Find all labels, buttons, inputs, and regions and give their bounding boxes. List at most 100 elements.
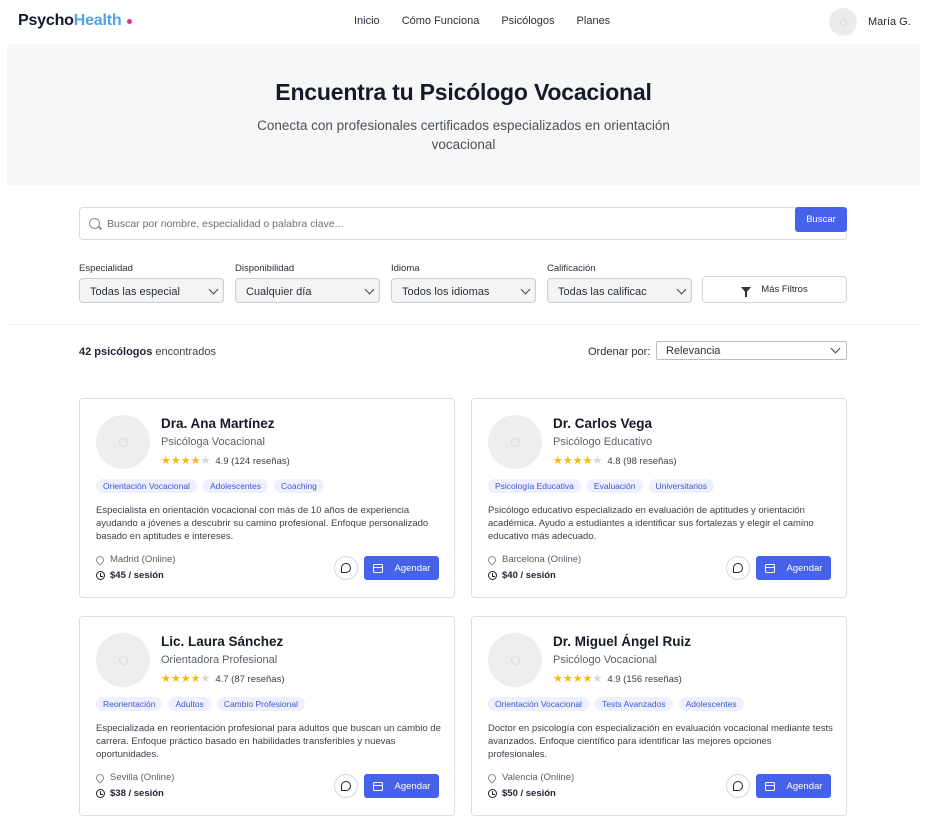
filter-label: Especialidad — [79, 263, 133, 274]
user-name: María G. — [868, 16, 911, 28]
chat-button[interactable] — [334, 556, 358, 580]
chevron-down-icon — [364, 284, 375, 295]
specialty-tag: Orientación Vocacional — [96, 479, 197, 493]
psychologist-photo[interactable] — [488, 415, 542, 469]
book-button[interactable]: Agendar — [364, 556, 439, 580]
specialty-select[interactable]: Todas las especial — [79, 278, 224, 303]
price: $38 / sesión — [96, 788, 164, 799]
map-pin-icon — [94, 553, 106, 566]
logo[interactable]: Psycho Health — [18, 12, 133, 30]
book-label: Agendar — [394, 780, 431, 792]
psychologist-role: Psicólogo Educativo — [553, 436, 653, 448]
psychologist-card: Dr. Carlos Vega Psicólogo Educativo ★★★★… — [471, 398, 847, 598]
clock-icon — [488, 571, 497, 580]
sort-label: Ordenar por: — [588, 346, 651, 358]
chat-icon — [733, 563, 743, 573]
price-text: $38 / sesión — [110, 788, 164, 799]
psychologist-name[interactable]: Dra. Ana Martínez — [161, 416, 275, 431]
user-menu[interactable]: María G. — [829, 8, 911, 36]
nav-link-inicio[interactable]: Inicio — [354, 15, 380, 27]
funnel-icon — [741, 286, 752, 297]
specialty-tag: Reorientación — [96, 697, 163, 711]
location-text: Barcelona (Online) — [502, 554, 582, 565]
tag-list: Orientación Vocacional Tests Avanzados A… — [488, 697, 750, 711]
clock-icon — [96, 789, 105, 798]
book-button[interactable]: Agendar — [756, 774, 831, 798]
psychologist-role: Psicólogo Vocacional — [553, 654, 657, 666]
calendar-icon — [764, 781, 775, 791]
more-filters-label: Más Filtros — [761, 284, 808, 295]
rating-text: 4.8 (98 reseñas) — [607, 456, 677, 467]
map-pin-icon — [486, 553, 498, 566]
price-text: $50 / sesión — [502, 788, 556, 799]
psychologist-card: Dra. Ana Martínez Psicóloga Vocacional ★… — [79, 398, 455, 598]
rating-select[interactable]: Todas las calificac — [547, 278, 692, 303]
price-text: $45 / sesión — [110, 570, 164, 581]
star-rating-icon: ★★★★★ — [553, 673, 603, 685]
nav-link-como-funciona[interactable]: Cómo Funciona — [402, 15, 480, 27]
star-rating-icon: ★★★★★ — [553, 455, 603, 467]
filter-especialidad: Especialidad Todas las especial — [79, 263, 224, 303]
filter-label: Disponibilidad — [235, 263, 295, 274]
psychologist-description: Especializada en reorientación profesion… — [96, 723, 441, 760]
specialty-tag: Coaching — [274, 479, 324, 493]
specialty-tag: Psicología Educativa — [488, 479, 581, 493]
chat-button[interactable] — [334, 774, 358, 798]
user-avatar[interactable] — [829, 8, 857, 36]
psychologist-photo[interactable] — [96, 415, 150, 469]
psychologist-name[interactable]: Lic. Laura Sánchez — [161, 634, 283, 649]
chevron-down-icon — [830, 343, 841, 354]
search-input[interactable] — [107, 214, 787, 234]
chat-button[interactable] — [726, 774, 750, 798]
specialty-tag: Evaluación — [586, 479, 643, 493]
specialty-tag: Cambio Profesional — [216, 697, 305, 711]
map-pin-icon — [486, 771, 498, 784]
language-select[interactable]: Todos los idiomas — [391, 278, 536, 303]
logo-text-part2: Health — [73, 12, 122, 29]
psychologist-photo[interactable] — [96, 633, 150, 687]
results-count-number: 42 psicólogos — [79, 346, 153, 358]
book-button[interactable]: Agendar — [364, 774, 439, 798]
psychologist-photo[interactable] — [488, 633, 542, 687]
rating-text: 4.9 (156 reseñas) — [607, 674, 682, 685]
book-button[interactable]: Agendar — [756, 556, 831, 580]
rating-text: 4.9 (124 reseñas) — [215, 456, 290, 467]
hero-section: Encuentra tu Psicólogo Vocacional Conect… — [7, 44, 920, 185]
availability-select[interactable]: Cualquier día — [235, 278, 380, 303]
specialty-tag: Orientación Vocacional — [488, 697, 589, 711]
nav-link-psicologos[interactable]: Psicólogos — [501, 15, 554, 27]
logo-text-part1: Psycho — [18, 12, 74, 29]
psychologist-description: Psicólogo educativo especializado en eva… — [488, 505, 814, 542]
psychologist-name[interactable]: Dr. Miguel Ángel Ruiz — [553, 634, 691, 649]
select-value: Cualquier día — [246, 286, 312, 298]
section-divider — [7, 324, 920, 325]
price: $45 / sesión — [96, 570, 164, 581]
book-label: Agendar — [786, 780, 823, 792]
rating: ★★★★★ 4.9 (124 reseñas) — [161, 455, 290, 468]
page-title: Encuentra tu Psicólogo Vocacional — [275, 79, 652, 105]
psychologist-role: Orientadora Profesional — [161, 654, 278, 666]
price: $50 / sesión — [488, 788, 556, 799]
clock-icon — [96, 571, 105, 580]
specialty-tag: Adolescentes — [678, 697, 744, 711]
star-rating-icon: ★★★★★ — [161, 455, 211, 467]
select-value: Todas las calificac — [558, 286, 647, 298]
filter-disponibilidad: Disponibilidad Cualquier día — [235, 263, 380, 303]
search-bar — [79, 207, 847, 240]
specialty-tag: Tests Avanzados — [594, 697, 673, 711]
price-text: $40 / sesión — [502, 570, 556, 581]
filter-idioma: Idioma Todos los idiomas — [391, 263, 536, 303]
book-label: Agendar — [394, 562, 431, 574]
psychologist-name[interactable]: Dr. Carlos Vega — [553, 416, 652, 431]
select-value: Todos los idiomas — [402, 286, 490, 298]
nav-link-planes[interactable]: Planes — [577, 15, 611, 27]
more-filters-button[interactable]: Más Filtros — [702, 276, 847, 303]
logo-dot-icon — [127, 18, 133, 24]
rating: ★★★★★ 4.9 (156 reseñas) — [553, 673, 682, 686]
location: Madrid (Online) — [94, 553, 175, 566]
sort-select[interactable]: Relevancia — [656, 341, 847, 360]
chat-button[interactable] — [726, 556, 750, 580]
clock-icon — [488, 789, 497, 798]
search-button[interactable]: Buscar — [795, 207, 847, 232]
psychologist-card: Dr. Miguel Ángel Ruiz Psicólogo Vocacion… — [471, 616, 847, 816]
